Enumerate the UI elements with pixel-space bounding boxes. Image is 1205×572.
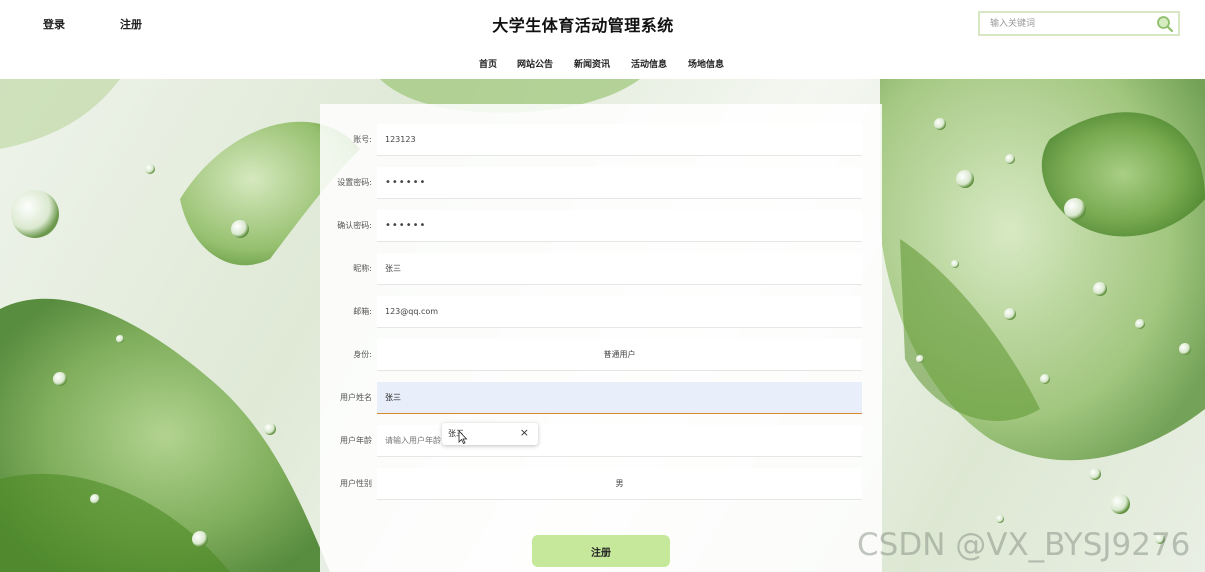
nav-item-venues[interactable]: 场地信息 [688,57,724,70]
email-label: 邮箱: [353,307,372,316]
main-nav: 首页 网站公告 新闻资讯 活动信息 场地信息 [0,57,1205,71]
nickname-label: 昵称: [353,264,372,273]
confirm-password-input[interactable]: •••••• [377,210,862,242]
password-label: 设置密码: [337,178,372,187]
confirm-password-label: 确认密码: [337,221,372,230]
nav-item-activities[interactable]: 活动信息 [631,57,667,70]
nav-item-announcements[interactable]: 网站公告 [517,57,553,70]
watermark: CSDN @VX_BYSJ9276 [857,527,1191,563]
user-name-label: 用户姓名 [340,393,372,402]
identity-label: 身份: [353,350,372,359]
identity-select[interactable]: 普通用户 [377,339,862,371]
user-gender-label: 用户性别 [340,479,372,488]
form-row-password: 设置密码: •••••• [320,167,882,200]
form-row-user-gender: 用户性别 男 [320,468,882,501]
form-row-identity: 身份: 普通用户 [320,339,882,372]
user-age-label: 用户年龄 [340,436,372,445]
autocomplete-close-icon[interactable]: × [520,426,529,439]
account-input[interactable] [377,124,862,156]
user-name-input[interactable] [377,382,862,414]
form-row-nickname: 昵称: [320,253,882,286]
nickname-input[interactable] [377,253,862,285]
form-row-user-name: 用户姓名 [320,382,882,415]
user-gender-select[interactable]: 男 [377,468,862,500]
search-icon[interactable] [1156,15,1174,33]
mouse-cursor-icon [458,430,468,444]
form-row-email: 邮箱: [320,296,882,329]
account-label: 账号: [353,135,372,144]
register-submit-button[interactable]: 注册 [532,535,670,567]
form-row-confirm-password: 确认密码: •••••• [320,210,882,243]
search-input[interactable] [988,16,1148,32]
register-form: 账号: 设置密码: •••••• 确认密码: •••••• 昵称: 邮箱: 身份… [320,104,882,572]
password-input[interactable]: •••••• [377,167,862,199]
page: 登录 注册 大学生体育活动管理系统 首页 网站公告 新闻资讯 活动信息 场地信息 [0,0,1205,572]
email-input[interactable] [377,296,862,328]
search-box [978,11,1180,36]
form-row-user-age: 用户年龄 [320,425,882,458]
form-row-account: 账号: [320,124,882,157]
autocomplete-suggestion[interactable]: 张三 × [442,423,538,445]
header: 登录 注册 大学生体育活动管理系统 首页 网站公告 新闻资讯 活动信息 场地信息 [0,0,1205,79]
nav-item-home[interactable]: 首页 [479,57,497,70]
nav-item-news[interactable]: 新闻资讯 [574,57,610,70]
